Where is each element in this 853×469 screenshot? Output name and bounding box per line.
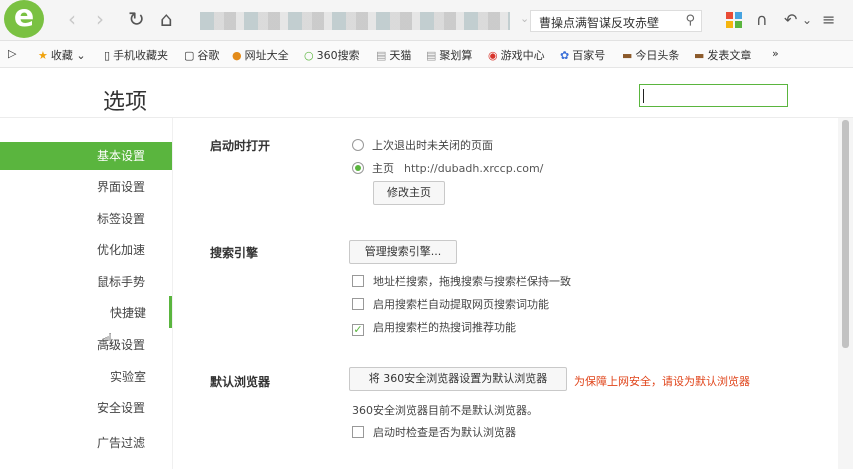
sidebar-item-advanced[interactable]: 高级设置: [0, 331, 172, 359]
sidebar-item-optimize[interactable]: 优化加速: [0, 236, 172, 264]
bookmarks-overflow-icon[interactable]: »: [772, 47, 782, 60]
globe-icon: ●: [232, 49, 242, 62]
bookmark-toutiao[interactable]: ▬ 今日头条: [622, 47, 679, 63]
checkbox-label: 启用搜索栏自动提取网页搜索词功能: [373, 298, 549, 311]
apps-grid-icon[interactable]: [726, 12, 742, 28]
sidebar-item-label: 界面设置: [97, 180, 146, 194]
reload-icon[interactable]: ↻: [128, 9, 145, 29]
radio-label: 上次退出时未关闭的页面: [372, 139, 493, 152]
sidebar-item-label: 实验室: [110, 370, 147, 384]
startup-option-homepage[interactable]: 主页 http://dubadh.xrccp.com/: [352, 160, 543, 176]
sidebar-item-label: 标签设置: [97, 212, 146, 226]
sidebar-item-lab[interactable]: 实验室: [0, 363, 172, 391]
default-browser-section-label: 默认浏览器: [210, 375, 271, 389]
image-icon: ▤: [426, 49, 437, 62]
paw-icon: ✿: [560, 49, 570, 62]
sidebar-item-shortcuts[interactable]: 快捷键: [0, 299, 172, 327]
homepage-url: http://dubadh.xrccp.com/: [404, 162, 544, 175]
address-dropdown-icon[interactable]: ⌄: [520, 12, 529, 25]
browser-toolbar: e ‹ › ↻ ⌂ ⌄ 曹操点满智谋反攻赤壁 ⚲ ∩ ↶ ⌄ ≡: [0, 0, 853, 41]
bookmark-favorites[interactable]: ★ 收藏 ⌄: [38, 47, 86, 63]
sidebar-item-label: 安全设置: [97, 401, 146, 415]
page-icon: ▢: [184, 49, 195, 62]
checkbox-label: 地址栏搜索，拖拽搜索与搜索栏保持一致: [373, 275, 571, 288]
star-icon: ★: [38, 49, 48, 62]
bookmark-tmall[interactable]: ▤ 天猫: [376, 47, 411, 63]
sidebar-item-security[interactable]: 安全设置: [0, 394, 172, 422]
toolbar-search-input[interactable]: 曹操点满智谋反攻赤壁 ⚲: [530, 10, 702, 32]
sidebar-item-label: 广告过滤: [97, 436, 146, 450]
sidebar-item-label: 基本设置: [97, 149, 146, 163]
radio-label: 主页: [372, 162, 394, 175]
menu-icon[interactable]: ≡: [822, 10, 835, 29]
bookmark-google[interactable]: ▢ 谷歌: [184, 47, 219, 63]
default-browser-warning: 为保障上网安全，请设为默认浏览器: [574, 375, 750, 388]
radio-button[interactable]: [352, 139, 364, 151]
sidebar-item-label: 快捷键: [110, 306, 147, 320]
address-bar[interactable]: [200, 12, 510, 30]
double-chevron-icon: »: [772, 47, 779, 60]
ring-icon: ○: [304, 49, 314, 62]
option-unified-search[interactable]: 地址栏搜索，拖拽搜索与搜索栏保持一致: [352, 273, 571, 289]
page-title: 选项: [103, 90, 148, 115]
radio-button-selected[interactable]: [352, 162, 364, 174]
startup-section-label: 启动时打开: [210, 139, 271, 153]
scrollbar-thumb[interactable]: [842, 120, 849, 348]
option-check-default-on-start[interactable]: 启动时检查是否为默认浏览器: [352, 424, 516, 440]
sidebar-item-label: 鼠标手势: [97, 275, 146, 289]
checkbox[interactable]: [352, 298, 364, 310]
option-auto-extract-search-terms[interactable]: 启用搜索栏自动提取网页搜索词功能: [352, 296, 549, 312]
game-icon: ◉: [488, 49, 498, 62]
sidebar-item-tabs[interactable]: 标签设置: [0, 205, 172, 233]
sidebar-item-ad-filter[interactable]: 广告过滤: [0, 429, 172, 457]
image-icon: ▤: [376, 49, 387, 62]
back-icon[interactable]: ‹: [68, 9, 76, 29]
undo-dropdown-icon[interactable]: ⌄: [802, 13, 812, 27]
bookmark-mobile-favorites[interactable]: ▯ 手机收藏夹: [104, 47, 168, 63]
bookmark-baijiahao[interactable]: ✿ 百家号: [560, 47, 605, 63]
phone-icon: ▯: [104, 49, 111, 62]
settings-sidebar: 基本设置 界面设置 标签设置 优化加速 鼠标手势 快捷键 高级设置 实验室 安全…: [0, 118, 172, 469]
edit-homepage-button[interactable]: 修改主页: [373, 181, 445, 205]
sidebar-item-basic[interactable]: 基本设置: [0, 142, 172, 170]
manage-search-engines-button[interactable]: 管理搜索引擎...: [349, 240, 457, 264]
news-icon: ▬: [622, 49, 633, 62]
bookmark-post-article[interactable]: ▬ 发表文章: [694, 47, 751, 63]
search-icon[interactable]: ⚲: [685, 13, 695, 28]
text-caret: [643, 89, 644, 103]
bookmarks-bar: ▷ ★ 收藏 ⌄ ▯ 手机收藏夹 ▢ 谷歌 ● 网址大全 ○ 360搜索 ▤ 天猫 ▤ 聚划算…: [0, 41, 853, 68]
checkbox-checked[interactable]: ✓: [352, 324, 364, 336]
undo-icon[interactable]: ↶: [784, 10, 797, 29]
browser-logo[interactable]: e: [4, 0, 44, 38]
sidebar-item-mouse-gestures[interactable]: 鼠标手势: [0, 268, 172, 296]
bookmark-game-center[interactable]: ◉ 游戏中心: [488, 47, 545, 63]
default-browser-status: 360安全浏览器目前不是默认浏览器。: [352, 404, 538, 417]
bookmark-juhuasuan[interactable]: ▤ 聚划算: [426, 47, 472, 63]
sidebar-toggle-icon: ▷: [8, 47, 17, 60]
set-default-browser-button[interactable]: 将 360安全浏览器设置为默认浏览器: [349, 367, 567, 391]
bookmark-sidebar-toggle[interactable]: ▷: [8, 47, 19, 60]
hand-cursor-icon: ☝: [102, 330, 113, 351]
sidebar-item-label: 优化加速: [97, 243, 146, 257]
settings-search-input[interactable]: [639, 84, 788, 107]
home-icon[interactable]: ⌂: [160, 9, 173, 29]
bookmark-360-search[interactable]: ○ 360搜索: [304, 47, 360, 63]
startup-option-last-session[interactable]: 上次退出时未关闭的页面: [352, 137, 493, 153]
option-hot-search-suggestions[interactable]: ✓ 启用搜索栏的热搜词推荐功能: [352, 319, 516, 336]
headset-icon[interactable]: ∩: [756, 10, 768, 29]
checkbox-label: 启用搜索栏的热搜词推荐功能: [373, 321, 516, 334]
checkbox[interactable]: [352, 275, 364, 287]
toolbar-search-text: 曹操点满智谋反攻赤壁: [539, 16, 660, 30]
checkbox-label: 启动时检查是否为默认浏览器: [373, 426, 516, 439]
bookmark-url-directory[interactable]: ● 网址大全: [232, 47, 289, 63]
checkbox[interactable]: [352, 426, 364, 438]
forward-icon[interactable]: ›: [96, 9, 104, 29]
sidebar-item-interface[interactable]: 界面设置: [0, 173, 172, 201]
search-engine-section-label: 搜索引擎: [210, 246, 259, 260]
news-icon: ▬: [694, 49, 705, 62]
